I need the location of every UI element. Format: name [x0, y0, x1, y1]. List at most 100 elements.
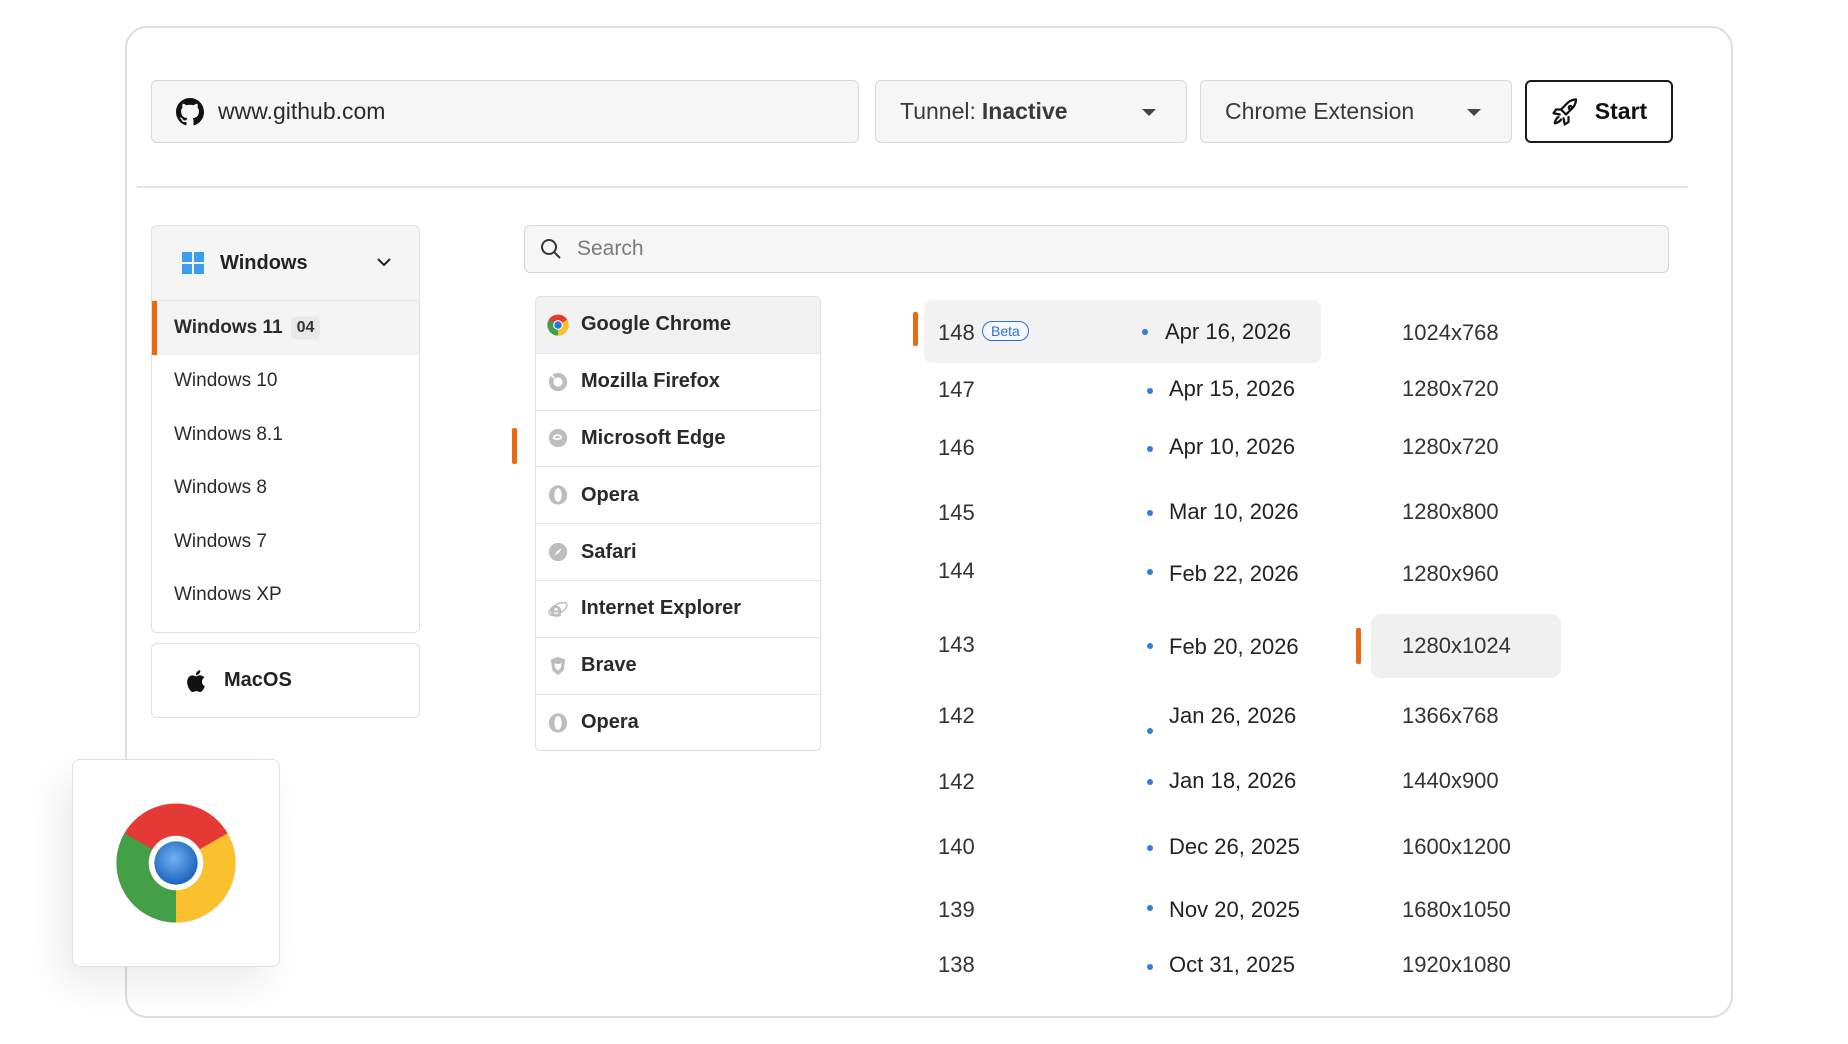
release-date: Oct 31, 2025 — [1169, 952, 1295, 977]
os-panel-macos[interactable]: MacOS — [151, 643, 420, 718]
apple-icon — [187, 669, 205, 692]
ie-icon: e — [548, 600, 568, 620]
release-date: Apr 16, 2026 — [1165, 319, 1291, 344]
browser-item-chrome[interactable]: Google Chrome — [536, 297, 820, 354]
release-dot — [1147, 964, 1153, 970]
os-item-windows-xp[interactable]: Windows XP — [152, 569, 419, 623]
resolution-option[interactable]: 1280x800 — [1402, 499, 1499, 525]
opera-icon — [548, 485, 568, 505]
resolution-option[interactable]: 1366x768 — [1402, 703, 1499, 729]
browser-item-opera-2[interactable]: Opera — [536, 695, 820, 750]
release-dot — [1142, 329, 1148, 335]
os-item-label: Windows 8 — [174, 477, 267, 499]
release-date: Dec 26, 2025 — [1169, 834, 1300, 859]
release-date: Feb 22, 2026 — [1169, 561, 1299, 586]
browser-label: Brave — [581, 654, 637, 677]
resolution-option[interactable]: 1280x960 — [1402, 561, 1499, 587]
resolution-option[interactable]: 1680x1050 — [1402, 897, 1511, 923]
version-number[interactable]: 145 — [938, 500, 975, 526]
brave-icon — [550, 656, 566, 675]
resolution-option[interactable]: 1280x1024 — [1402, 633, 1511, 659]
macos-label: MacOS — [224, 669, 292, 691]
search-input[interactable]: Search — [524, 225, 1669, 273]
version-number[interactable]: 138 — [938, 952, 975, 978]
resolution-option[interactable]: 1600x1200 — [1402, 834, 1511, 860]
browser-label: Opera — [581, 483, 639, 506]
github-icon — [176, 97, 204, 125]
divider — [137, 186, 1688, 188]
chevron-down-icon — [377, 258, 391, 267]
os-item-label: Windows XP — [174, 584, 282, 606]
release-dot — [1147, 510, 1153, 516]
extension-label: Chrome Extension — [1225, 98, 1415, 124]
browser-list: Google Chrome Mozilla Firefox Microsoft … — [535, 296, 821, 751]
rocket-icon — [1552, 97, 1577, 126]
os-item-windows-10[interactable]: Windows 10 — [152, 355, 419, 409]
os-item-label: Windows 11 — [174, 316, 283, 338]
resolution-option[interactable]: 1920x1080 — [1402, 952, 1511, 978]
os-item-label: Windows 8.1 — [174, 423, 283, 445]
browser-label: Microsoft Edge — [581, 426, 726, 449]
release-dot — [1147, 779, 1153, 785]
version-number[interactable]: 142 — [938, 703, 975, 729]
start-button[interactable]: Start — [1525, 80, 1673, 143]
caret-down-icon — [1467, 109, 1481, 116]
windows-label: Windows — [220, 251, 308, 274]
browser-label: Internet Explorer — [581, 597, 742, 620]
resolution-option[interactable]: 1280x720 — [1402, 434, 1499, 460]
version-number[interactable]: 148 — [938, 320, 975, 346]
resolution-option[interactable]: 1440x900 — [1402, 768, 1499, 794]
edge-icon — [548, 429, 568, 448]
version-number[interactable]: 140 — [938, 834, 975, 860]
release-date: Feb 20, 2026 — [1169, 634, 1299, 659]
os-item-windows-8[interactable]: Windows 8 — [152, 462, 419, 516]
version-number[interactable]: 147 — [938, 377, 975, 403]
os-item-windows-7[interactable]: Windows 7 — [152, 515, 419, 569]
resolution-option[interactable]: 1024x768 — [1402, 320, 1499, 346]
chrome-logo-icon — [116, 803, 236, 923]
release-date: Jan 26, 2026 — [1169, 703, 1297, 728]
release-date: Apr 15, 2026 — [1169, 376, 1295, 401]
url-text: www.github.com — [218, 98, 386, 124]
resolution-option[interactable]: 1280x720 — [1402, 376, 1499, 402]
windows-header[interactable]: Windows — [152, 226, 419, 301]
release-dot — [1147, 728, 1153, 734]
version-number[interactable]: 142 — [938, 769, 975, 795]
browser-item-safari[interactable]: Safari — [536, 524, 820, 581]
version-number[interactable]: 144 — [938, 558, 975, 584]
release-dot — [1147, 845, 1153, 851]
os-item-label: Windows 7 — [174, 530, 267, 552]
extension-dropdown[interactable]: Chrome Extension — [1200, 80, 1512, 143]
os-item-windows-11[interactable]: Windows 11 04 — [152, 301, 419, 355]
release-date: Apr 10, 2026 — [1169, 434, 1295, 459]
start-label: Start — [1594, 98, 1648, 124]
caret-down-icon — [1142, 109, 1156, 116]
tunnel-label: Tunnel: — [900, 98, 976, 124]
selected-browser-card — [72, 759, 280, 967]
os-item-windows-8-1[interactable]: Windows 8.1 — [152, 408, 419, 462]
browser-item-brave[interactable]: Brave — [536, 638, 820, 695]
resolution-indicator — [1356, 628, 1361, 664]
release-dot — [1147, 446, 1153, 452]
search-placeholder: Search — [577, 237, 644, 260]
browser-item-ie[interactable]: e Internet Explorer — [536, 581, 820, 638]
hover-indicator — [512, 428, 517, 464]
chrome-icon — [547, 314, 569, 336]
search-icon — [541, 239, 561, 259]
version-number[interactable]: 143 — [938, 632, 975, 658]
version-number[interactable]: 146 — [938, 435, 975, 461]
browser-item-firefox[interactable]: Mozilla Firefox — [536, 354, 820, 411]
version-badge: 04 — [290, 316, 321, 339]
beta-badge: Beta — [982, 321, 1029, 341]
browser-label: Opera — [581, 711, 639, 734]
safari-icon — [548, 542, 568, 562]
url-input[interactable]: www.github.com — [151, 80, 859, 143]
release-date: Nov 20, 2025 — [1169, 897, 1300, 922]
browser-item-edge[interactable]: Microsoft Edge — [536, 411, 820, 468]
release-dot — [1147, 388, 1153, 394]
browser-item-opera[interactable]: Opera — [536, 467, 820, 525]
opera-icon — [548, 713, 568, 733]
windows-icon — [182, 252, 204, 274]
version-number[interactable]: 139 — [938, 897, 975, 923]
tunnel-dropdown[interactable]: Tunnel: Inactive — [875, 80, 1187, 143]
